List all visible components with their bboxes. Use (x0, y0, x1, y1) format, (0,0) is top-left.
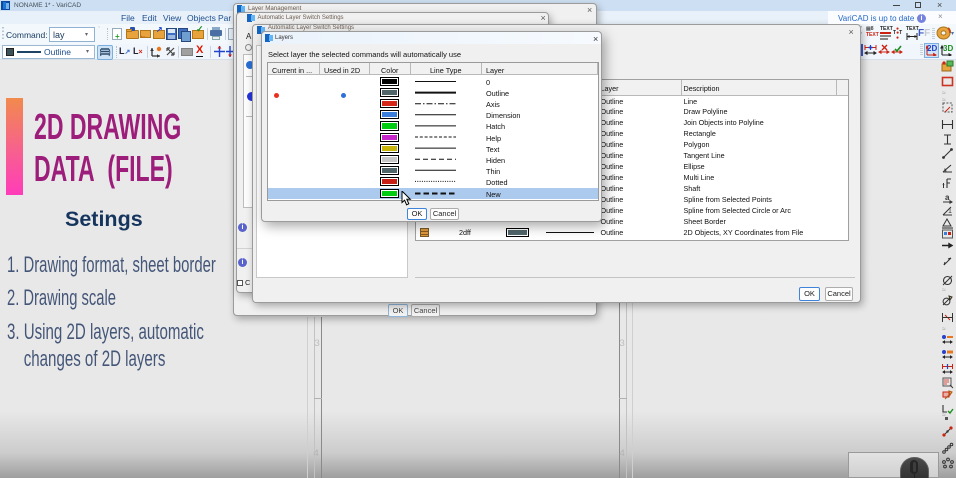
svg-text:a: a (945, 193, 950, 202)
svg-text:1: 1 (948, 208, 952, 215)
